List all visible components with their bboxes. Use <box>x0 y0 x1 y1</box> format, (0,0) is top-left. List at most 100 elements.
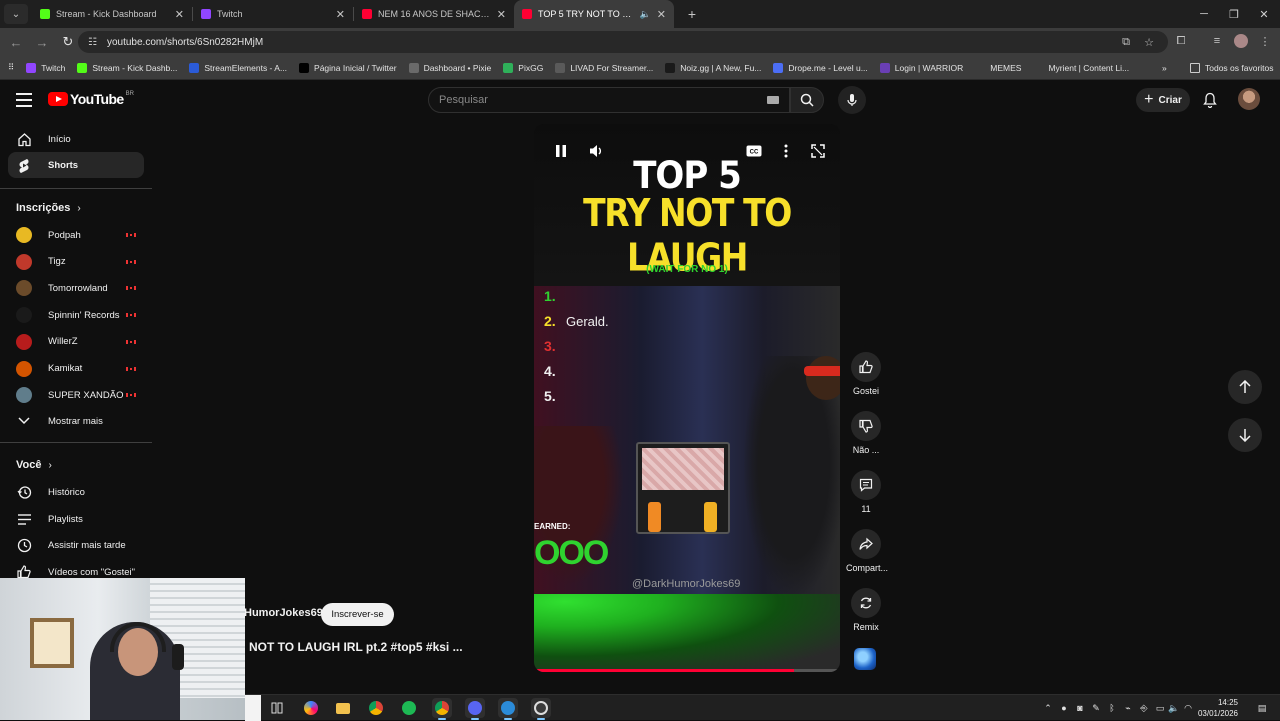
task-view-icon[interactable] <box>267 698 287 718</box>
sidebar-item-playlists[interactable]: Playlists <box>8 506 144 532</box>
shorts-video-player[interactable]: TOP 5 TRY NOT TO LAUGH (WAIT FOR NO 1) E… <box>534 124 840 672</box>
restore-window-button[interactable]: ❐ <box>1218 0 1250 28</box>
browser-menu-icon[interactable]: ⋮ <box>1254 30 1276 52</box>
close-tab-icon[interactable]: ✕ <box>497 8 506 21</box>
back-button[interactable]: ← <box>4 30 28 54</box>
new-tab-button[interactable]: + <box>680 2 704 26</box>
bookmark-item[interactable]: Noiz.gg | A New, Fu... <box>659 58 767 78</box>
next-short-button[interactable] <box>1228 418 1262 452</box>
all-bookmarks-folder[interactable]: Todos os favoritos <box>1184 58 1280 78</box>
minimize-window-button[interactable]: ─ <box>1188 0 1220 28</box>
sidebar-item-history[interactable]: Histórico <box>8 479 144 505</box>
like-button[interactable]: Gostei <box>846 352 886 396</box>
keyboard-icon[interactable] <box>767 96 779 104</box>
site-info-icon[interactable]: ☷ <box>88 37 97 48</box>
browser-tab[interactable]: NEM 16 ANOS DE SHACO TE D ✕ <box>354 0 514 28</box>
sidebar-item-subscription[interactable]: Tigz <box>8 249 144 275</box>
close-tab-icon[interactable]: ✕ <box>657 8 666 21</box>
monitor-tray-icon[interactable]: ▭ <box>1153 700 1167 716</box>
file-explorer-icon[interactable] <box>333 698 353 718</box>
show-more-button[interactable]: Mostrar mais <box>8 408 144 434</box>
sidebar-item-subscription[interactable]: WillerZ <box>8 329 144 355</box>
sidebar-item-subscription[interactable]: Spinnin' Records <box>8 302 144 328</box>
voice-search-button[interactable] <box>838 86 866 114</box>
mute-tab-icon[interactable]: 🔈 <box>640 9 651 20</box>
sidebar-item-home[interactable]: Início <box>8 126 144 152</box>
pen-tray-icon[interactable]: ✎ <box>1089 700 1103 716</box>
pause-button[interactable] <box>548 138 574 164</box>
sidebar-item-shorts[interactable]: Shorts <box>8 152 144 178</box>
search-input[interactable]: Pesquisar <box>428 87 790 113</box>
browser-tab-active[interactable]: TOP 5 TRY NOT TO LAUGH 🔈 ✕ <box>514 0 674 28</box>
bookmark-item[interactable]: PixGG <box>497 58 549 78</box>
captions-button[interactable]: CC <box>741 138 767 164</box>
bookmark-item[interactable]: Twitch <box>20 58 71 78</box>
channel-avatar[interactable] <box>854 648 876 670</box>
bookmark-item[interactable]: Drope.me - Level u... <box>767 58 873 78</box>
dislike-button[interactable]: Não ... <box>846 411 886 455</box>
copilot-icon[interactable] <box>301 698 321 718</box>
system-clock[interactable]: 14:25 03/01/2026 <box>1190 697 1238 719</box>
sidebar-item-subscription[interactable]: Tomorrowland <box>8 275 144 301</box>
profile-icon[interactable] <box>1230 30 1252 52</box>
browser-tab[interactable]: Stream - Kick Dashboard ✕ <box>32 0 192 28</box>
bookmark-item[interactable]: Stream - Kick Dashb... <box>71 58 183 78</box>
tab-search-button[interactable]: ⌄ <box>4 4 28 24</box>
remix-button[interactable]: Remix <box>846 588 886 632</box>
discord-icon[interactable] <box>465 698 485 720</box>
notifications-icon[interactable] <box>1200 90 1220 110</box>
bookmark-item[interactable]: Login | WARRIOR <box>874 58 970 78</box>
show-hidden-icons-icon[interactable]: ⌃ <box>1041 700 1055 716</box>
network-tray-icon[interactable]: ⌁ <box>1121 700 1135 716</box>
notifications-tray-icon[interactable]: ▤ <box>1255 700 1269 716</box>
address-bar[interactable]: ☷ youtube.com/shorts/6Sn0282HMjM ⧉ ☆ <box>78 31 1168 53</box>
video-progress-bar[interactable] <box>534 669 840 672</box>
usb-tray-icon[interactable]: ⎆ <box>1137 700 1151 716</box>
streaming-app-icon[interactable] <box>498 698 518 720</box>
bluetooth-tray-icon[interactable]: ᛒ <box>1105 700 1119 716</box>
close-window-button[interactable]: ✕ <box>1248 0 1280 28</box>
previous-short-button[interactable] <box>1228 370 1262 404</box>
subscriptions-header[interactable]: Inscrições › <box>16 202 81 214</box>
chrome-icon[interactable] <box>366 698 386 718</box>
more-options-button[interactable] <box>773 138 799 164</box>
sidebar-item-watch-later[interactable]: Assistir mais tarde <box>8 532 144 558</box>
bookmark-star-icon[interactable]: ☆ <box>1144 31 1154 53</box>
volume-button[interactable] <box>584 138 610 164</box>
obs-icon[interactable] <box>531 698 551 720</box>
bookmark-item[interactable]: Myrient | Content Li... <box>1027 58 1135 78</box>
apps-icon[interactable]: ⠿ <box>0 58 20 78</box>
channel-name[interactable]: HumorJokes69 <box>244 607 323 619</box>
bookmark-item[interactable]: StreamElements - A... <box>183 58 293 78</box>
more-bookmarks-icon[interactable]: » <box>1156 58 1173 78</box>
forward-button[interactable]: → <box>30 30 54 54</box>
sidebar-item-subscription[interactable]: Kamikat <box>8 356 144 382</box>
bookmark-item[interactable]: Página Inicial / Twitter <box>293 58 403 78</box>
youtube-logo[interactable]: YouTube BR <box>48 91 134 107</box>
fullscreen-button[interactable] <box>805 138 831 164</box>
bookmark-item[interactable]: Dashboard • Pixie <box>403 58 498 78</box>
close-tab-icon[interactable]: ✕ <box>336 8 345 21</box>
share-button[interactable]: Compart... <box>846 529 888 573</box>
steam-tray-icon[interactable]: ● <box>1057 700 1071 716</box>
create-button[interactable]: + Criar <box>1136 88 1190 112</box>
media-controls-icon[interactable]: ≡ <box>1206 30 1228 52</box>
subscribe-button[interactable]: Inscrever-se <box>321 603 394 626</box>
extensions-icon[interactable]: ⧠ <box>1170 30 1192 52</box>
bookmark-item[interactable]: MEMES <box>969 58 1027 78</box>
bookmark-item[interactable]: LIVAD For Streamer... <box>549 58 659 78</box>
search-button[interactable] <box>790 87 824 113</box>
search-box[interactable] <box>245 695 261 721</box>
cast-icon[interactable]: ⧉ <box>1122 31 1130 53</box>
gamepad-tray-icon[interactable]: ◙ <box>1073 700 1087 716</box>
comments-button[interactable]: 11 <box>846 470 886 514</box>
you-header[interactable]: Você › <box>16 459 52 471</box>
browser-tab[interactable]: Twitch ✕ <box>193 0 353 28</box>
short-title[interactable]: NOT TO LAUGH IRL pt.2 #top5 #ksi ... <box>249 640 463 654</box>
sidebar-item-subscription[interactable]: SUPER XANDÃO <box>8 382 144 408</box>
account-avatar[interactable] <box>1238 88 1260 110</box>
menu-icon[interactable] <box>14 90 34 110</box>
sidebar-item-subscription[interactable]: Podpah <box>8 222 144 248</box>
volume-tray-icon[interactable]: 🔈 <box>1167 700 1181 716</box>
reload-button[interactable]: ↻ <box>56 30 80 54</box>
